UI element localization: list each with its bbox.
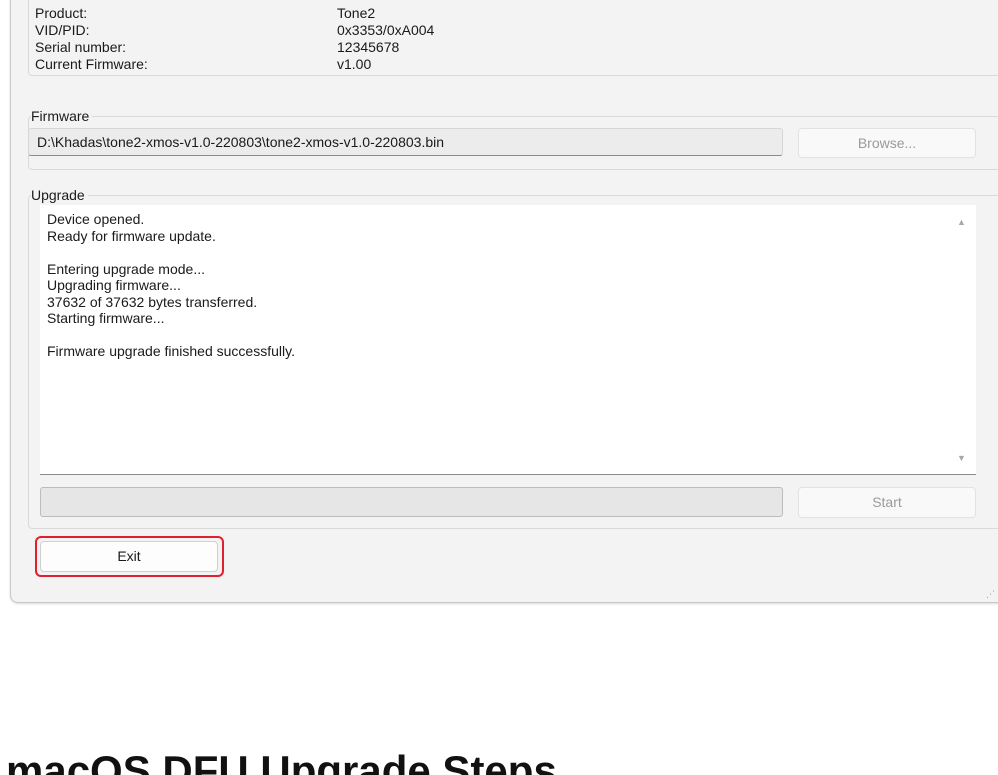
browse-button[interactable]: Browse... bbox=[798, 128, 976, 158]
vid-pid-label: VID/PID: bbox=[35, 22, 90, 38]
upgrade-group-label: Upgrade bbox=[31, 186, 88, 204]
upgrade-log-text: Device opened. Ready for firmware update… bbox=[47, 211, 295, 359]
firmware-group-label: Firmware bbox=[31, 107, 93, 125]
serial-number-label: Serial number: bbox=[35, 39, 127, 55]
product-value: Tone2 bbox=[337, 5, 376, 21]
vid-pid-value: 0x3353/0xA004 bbox=[337, 22, 435, 38]
product-label: Product: bbox=[35, 5, 88, 21]
upgrade-log[interactable]: Device opened. Ready for firmware update… bbox=[40, 205, 976, 475]
exit-button[interactable]: Exit bbox=[40, 541, 218, 572]
log-scrollbar[interactable]: ▲ ▼ bbox=[948, 205, 976, 474]
triangle-down-icon[interactable]: ▼ bbox=[957, 453, 966, 463]
serial-number-value: 12345678 bbox=[337, 39, 400, 55]
resize-grip-icon[interactable]: ⋰ bbox=[986, 589, 995, 600]
current-firmware-value: v1.00 bbox=[337, 56, 372, 72]
page-heading: macOS DFU Upgrade Steps bbox=[6, 747, 557, 775]
triangle-up-icon[interactable]: ▲ bbox=[957, 217, 966, 227]
start-button[interactable]: Start bbox=[798, 487, 976, 518]
upgrade-progress-bar bbox=[40, 487, 783, 517]
firmware-path-field[interactable]: D:\Khadas\tone2-xmos-v1.0-220803\tone2-x… bbox=[28, 128, 783, 156]
current-firmware-label: Current Firmware: bbox=[35, 56, 148, 72]
